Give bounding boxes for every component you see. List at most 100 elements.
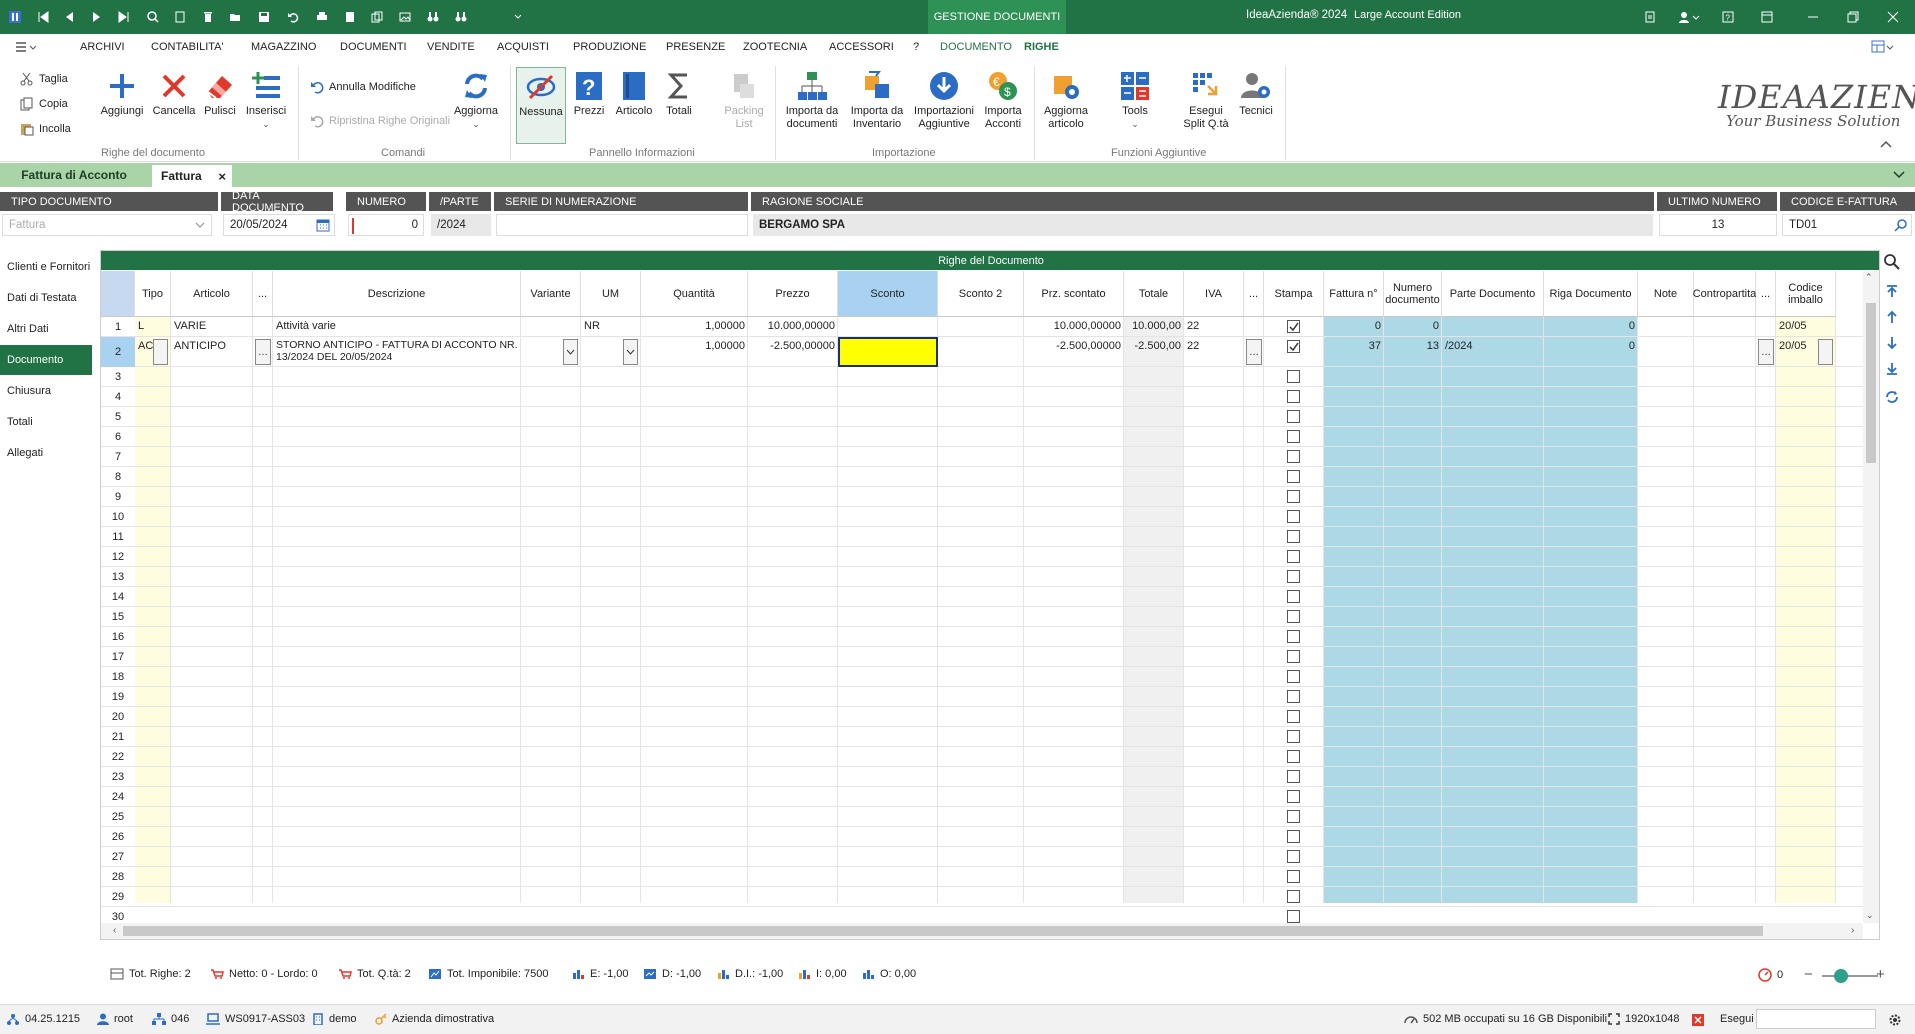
print-checkbox[interactable] [1287,610,1300,623]
import-from-inventory-button[interactable]: Importa da Inventario [847,70,907,131]
search-icon[interactable] [142,6,164,28]
column-header-dots-iva[interactable]: ... [1244,271,1264,317]
tools-button[interactable]: Tools ⌄ [1114,70,1156,131]
menu-documento[interactable]: DOCUMENTO [940,41,1012,53]
move-down-icon[interactable] [1885,336,1899,350]
table-row[interactable]: 7 [101,447,1863,467]
table-row[interactable]: 2 AC ANTICIPO… STORNO ANTICIPO - FATTURA DI… [101,337,1863,367]
panel-totals-button[interactable]: Totali [658,70,700,118]
packing-list-button[interactable]: Packing List [718,70,770,131]
table-row[interactable]: 15 [101,607,1863,627]
column-header-imballo[interactable]: Codice imballo [1776,271,1836,317]
column-header-prezzo[interactable]: Prezzo [748,271,838,317]
user-menu-icon[interactable] [1672,6,1706,28]
print-checkbox[interactable] [1287,910,1300,923]
table-row[interactable]: 27 [101,847,1863,867]
import-from-docs-button[interactable]: Importa da documenti [781,70,843,131]
column-header-sconto[interactable]: Sconto [838,271,938,317]
scroll-left-icon[interactable]: ‹ [113,925,116,936]
last-record-icon[interactable] [113,6,135,28]
move-up-icon[interactable] [1885,310,1899,324]
print-checkbox[interactable] [1287,390,1300,403]
vertical-scrollbar[interactable]: ⌃ ⌄ [1863,271,1879,923]
column-header-um[interactable]: UM [581,271,641,317]
table-row[interactable]: 5 [101,407,1863,427]
table-row[interactable]: 25 [101,807,1863,827]
customize-chevron-icon[interactable] [507,6,529,28]
print-checkbox[interactable] [1287,810,1300,823]
restore-rows-button[interactable]: Ripristina Righe Originali [310,114,450,128]
menu-help[interactable]: ? [913,41,919,53]
zoom-slider-handle[interactable] [1834,969,1848,983]
menu-documenti[interactable]: DOCUMENTI [340,41,407,53]
zoom-in-button[interactable]: + [1876,966,1885,983]
print-checkbox[interactable] [1287,710,1300,723]
column-header-riga[interactable]: Riga Documento [1544,271,1638,317]
binoculars-next-icon[interactable] [450,6,472,28]
binoculars-icon[interactable] [422,6,444,28]
paste-button[interactable]: Incolla [20,122,71,136]
table-row[interactable]: 29 [101,887,1863,907]
module-tab[interactable]: GESTIONE DOCUMENTI [928,0,1066,34]
menu-list-icon[interactable] [15,41,37,53]
report-icon[interactable] [339,6,361,28]
import-deposits-button[interactable]: € $ Importa Acconti [980,70,1026,131]
print-checkbox[interactable] [1287,450,1300,463]
delete-row-button[interactable]: Cancella [150,70,198,118]
new-doc-icon[interactable] [169,6,191,28]
grid-search-icon[interactable] [1884,254,1900,270]
numero-input[interactable]: 0 [348,214,424,236]
table-row[interactable]: 18 [101,667,1863,687]
menu-righe[interactable]: RIGHE [1024,41,1059,53]
print-checkbox[interactable] [1287,830,1300,843]
nav-documento[interactable]: Documento [0,345,92,375]
table-row[interactable]: 23 [101,767,1863,787]
exec-input[interactable] [1756,1009,1876,1029]
copy-button[interactable]: Copia [20,97,68,111]
panel-none-button[interactable]: Nessuna [516,67,566,144]
horizontal-scrollbar[interactable]: ‹ › [101,923,1863,939]
scroll-down-icon[interactable]: ⌄ [1866,910,1874,921]
table-row[interactable]: 11 [101,527,1863,547]
parte-input[interactable]: /2024 [431,214,491,236]
undo-changes-button[interactable]: Annulla Modifiche [310,80,416,94]
move-top-icon[interactable] [1885,284,1899,298]
settings-gear-icon[interactable] [1888,1013,1902,1027]
print-checkbox[interactable] [1287,590,1300,603]
ellipsis-button[interactable]: … [255,339,271,365]
print-checkbox[interactable] [1287,550,1300,563]
print-checkbox[interactable] [1287,850,1300,863]
menu-acquisti[interactable]: ACQUISTI [497,41,549,53]
print-icon[interactable] [311,6,333,28]
print-checkbox[interactable] [1287,790,1300,803]
collapse-ribbon-icon[interactable] [1880,139,1892,149]
close-session-icon[interactable] [1692,1014,1704,1026]
table-row[interactable]: 9 [101,487,1863,507]
column-header-tipo[interactable]: Tipo [135,271,171,317]
print-checkbox[interactable] [1287,870,1300,883]
column-header-note[interactable]: Note [1638,271,1694,317]
serie-numerazione-input[interactable] [496,214,748,236]
delete-icon[interactable] [197,6,219,28]
ellipsis-button[interactable]: … [1758,339,1774,365]
zoom-out-button[interactable]: − [1804,966,1813,983]
dropdown-button[interactable] [153,339,168,365]
minimize-icon[interactable] [1800,6,1826,28]
dropdown-button[interactable] [1818,339,1833,365]
nav-chiusura[interactable]: Chiusura [0,376,92,406]
table-row[interactable]: 3 [101,367,1863,387]
refresh-button[interactable]: Aggiorna ⌄ [452,70,500,131]
print-checkbox[interactable] [1287,340,1300,353]
scroll-right-icon[interactable]: › [1851,925,1854,936]
nav-totali[interactable]: Totali [0,407,92,437]
print-checkbox[interactable] [1287,530,1300,543]
column-header-variante[interactable]: Variante [521,271,581,317]
undo-icon[interactable] [282,6,304,28]
restore-icon[interactable] [1840,6,1866,28]
print-checkbox[interactable] [1287,410,1300,423]
help-icon[interactable]: ? [1715,6,1741,28]
table-row[interactable]: 26 [101,827,1863,847]
print-checkbox[interactable] [1287,650,1300,663]
column-header-numero-doc[interactable]: Numero documento [1384,271,1442,317]
ribbon-layout-icon[interactable] [1871,40,1895,54]
